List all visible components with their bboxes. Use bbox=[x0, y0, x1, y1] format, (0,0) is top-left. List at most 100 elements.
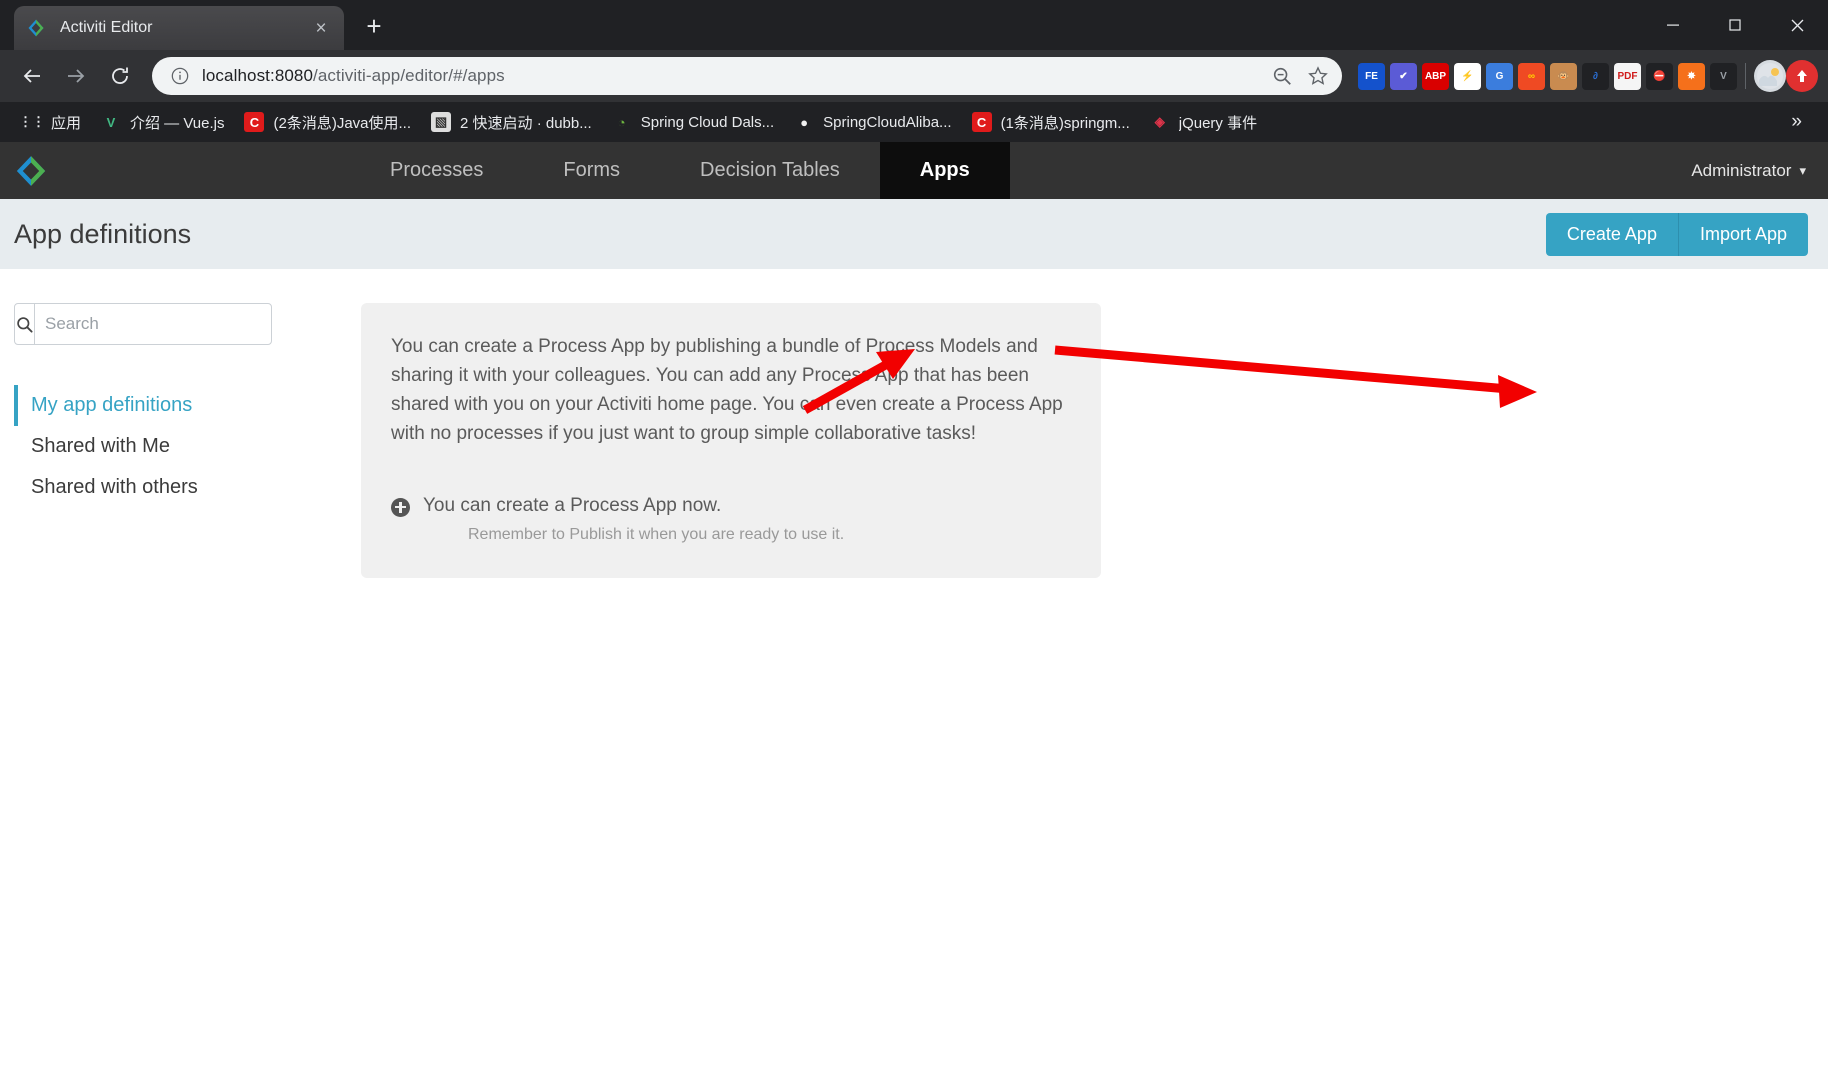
create-process-app-hint[interactable]: You can create a Process App now. Rememb… bbox=[391, 495, 1071, 544]
user-menu[interactable]: Administrator ▾ bbox=[1691, 142, 1828, 199]
bookmark-springcloudalibaba[interactable]: ● SpringCloudAliba... bbox=[784, 108, 961, 136]
bookmark-label: 应用 bbox=[51, 114, 82, 132]
window-minimize-button[interactable] bbox=[1642, 0, 1704, 50]
activiti-diamond-icon bbox=[28, 19, 44, 37]
adblock-plus-extension-icon[interactable]: ABP bbox=[1422, 62, 1449, 90]
browser-window: Activiti Editor × + localhost:8080/activ… bbox=[0, 0, 1828, 1080]
apps-grid-icon: ⋮⋮ bbox=[19, 114, 45, 129]
omnibox-actions bbox=[1266, 60, 1334, 92]
info-box: You can create a Process App by publishi… bbox=[361, 303, 1101, 578]
tab-apps[interactable]: Apps bbox=[879, 142, 1010, 209]
info-box-paragraph: You can create a Process App by publishi… bbox=[391, 336, 1063, 444]
site-info-icon[interactable] bbox=[170, 66, 190, 86]
sidebar-item-shared-with-others[interactable]: Shared with others bbox=[14, 467, 290, 508]
forward-button[interactable] bbox=[54, 54, 98, 98]
block-extension-icon[interactable]: ⛔ bbox=[1646, 62, 1673, 90]
window-close-button[interactable] bbox=[1766, 0, 1828, 50]
create-app-button[interactable]: Create App bbox=[1545, 212, 1679, 256]
jquery-icon: ◈ bbox=[1154, 114, 1165, 129]
sidebar-item-shared-with-me[interactable]: Shared with Me bbox=[14, 426, 290, 467]
bookmark-star-icon[interactable] bbox=[1302, 60, 1334, 92]
activiti-app: Processes Forms Decision Tables Apps Admini… bbox=[0, 142, 1828, 970]
csdn-icon: C bbox=[971, 112, 992, 132]
tab-forms[interactable]: Forms bbox=[523, 142, 660, 199]
browser-tab[interactable]: Activiti Editor × bbox=[14, 6, 344, 50]
bookmarks-overflow-button[interactable]: » bbox=[1777, 111, 1816, 133]
bookmark-label: 2 快速启动 · dubb... bbox=[460, 114, 592, 132]
google-translate-extension-icon[interactable]: G bbox=[1486, 62, 1513, 90]
app-tab-label: Processes bbox=[390, 159, 484, 181]
tab-close-icon[interactable]: × bbox=[310, 19, 332, 38]
reload-button[interactable] bbox=[98, 54, 142, 98]
sidebar-items: My app definitions Shared with Me Shared w… bbox=[14, 385, 290, 508]
bookmark-spring-cloud-dals[interactable]: ◔ Spring Cloud Dals... bbox=[602, 108, 784, 136]
profile-avatar-icon[interactable] bbox=[1754, 60, 1786, 92]
lightning-colors-extension-icon[interactable]: ⚡ bbox=[1454, 62, 1481, 90]
bookmark-label: (2条消息)Java使用... bbox=[273, 114, 412, 132]
main-panel: You can create a Process App by publishi… bbox=[290, 303, 1828, 578]
tab-processes[interactable]: Processes bbox=[350, 142, 523, 199]
user-menu-label: Administrator bbox=[1691, 160, 1792, 180]
url-path: /activiti-app/editor/#/apps bbox=[313, 66, 505, 85]
page-title: App definitions bbox=[14, 218, 192, 249]
bookmark-label: jQuery 事件 bbox=[1178, 114, 1258, 132]
sidebar: My app definitionsShared with MeShared w… bbox=[0, 303, 290, 578]
page-header-actions: Create App Import App bbox=[1545, 212, 1828, 256]
monkey-extension-icon[interactable]: 🐵 bbox=[1550, 62, 1577, 90]
fe-extension-icon[interactable]: FE bbox=[1358, 62, 1385, 90]
url-host: localhost:8080 bbox=[202, 66, 314, 85]
app-tab-label: Decision Tables bbox=[700, 159, 840, 181]
bookmark-apps[interactable]: ⋮⋮ 应用 bbox=[12, 108, 91, 137]
leaf-extension-icon[interactable]: ∂ bbox=[1582, 62, 1609, 90]
new-tab-button[interactable]: + bbox=[352, 4, 396, 48]
github-icon: ● bbox=[800, 114, 809, 130]
address-bar[interactable]: localhost:8080/activiti-app/editor/#/app… bbox=[152, 57, 1342, 95]
bookmark-label: 介绍 — Vue.js bbox=[130, 114, 225, 132]
back-button[interactable] bbox=[10, 54, 54, 98]
toolbar-divider bbox=[1745, 63, 1746, 89]
search-box[interactable] bbox=[14, 303, 276, 345]
vue-icon: V bbox=[106, 114, 116, 130]
pdfjs-extension-icon[interactable]: PDF bbox=[1614, 62, 1641, 90]
zoom-out-magnifier-icon[interactable] bbox=[1266, 60, 1298, 92]
bookmark-label: SpringCloudAliba... bbox=[823, 113, 952, 131]
create-process-app-sublabel: Remember to Publish it when you are read… bbox=[468, 525, 845, 543]
bookmark-csdn-springm[interactable]: C (1条消息)springm... bbox=[962, 108, 1140, 137]
spring-icon: ◔ bbox=[617, 114, 626, 130]
window-controls bbox=[1642, 0, 1828, 50]
create-process-app-label: You can create a Process App now. bbox=[423, 494, 722, 516]
search-input[interactable] bbox=[35, 304, 276, 344]
bookmark-label: Spring Cloud Dals... bbox=[640, 113, 775, 131]
bookmark-vuejs[interactable]: V 介绍 — Vue.js bbox=[91, 108, 234, 137]
browser-navbar: localhost:8080/activiti-app/editor/#/app… bbox=[0, 50, 1828, 102]
dubbo-icon: ▧ bbox=[431, 112, 452, 132]
bookmark-jquery-events[interactable]: ◈ jQuery 事件 bbox=[1140, 108, 1267, 137]
app-navigation-bar: Processes Forms Decision Tables Apps Admini… bbox=[0, 142, 1828, 209]
tab-decision-tables[interactable]: Decision Tables bbox=[660, 142, 880, 199]
search-icon bbox=[15, 304, 35, 344]
app-tabs: Processes Forms Decision Tables Apps bbox=[350, 142, 1010, 209]
infinity-extension-icon[interactable]: ∞ bbox=[1518, 62, 1545, 90]
import-app-button[interactable]: Import App bbox=[1678, 212, 1808, 256]
upload-arrow-icon[interactable] bbox=[1786, 60, 1818, 92]
vue-devtools-extension-icon[interactable]: V bbox=[1710, 62, 1737, 90]
check-circle-extension-icon[interactable]: ✔ bbox=[1390, 62, 1417, 90]
page-content: My app definitionsShared with MeShared w… bbox=[0, 269, 1828, 578]
bookmark-csdn-java[interactable]: C (2条消息)Java使用... bbox=[234, 108, 421, 137]
window-maximize-button[interactable] bbox=[1704, 0, 1766, 50]
orange-hub-extension-icon[interactable]: ✸ bbox=[1678, 62, 1705, 90]
url-text: localhost:8080/activiti-app/editor/#/app… bbox=[202, 66, 1266, 86]
browser-titlebar: Activiti Editor × + bbox=[0, 0, 1828, 50]
extension-icons: FE ✔ ABP ⚡ G ∞ 🐵 ∂ PDF ⛔ ✸ V bbox=[1352, 62, 1737, 90]
bookmark-dubbo[interactable]: ▧ 2 快速启动 · dubb... bbox=[421, 108, 602, 137]
activiti-diamond-logo-icon bbox=[16, 155, 46, 186]
activiti-logo[interactable] bbox=[0, 142, 62, 199]
page-header: App definitions Create App Import App bbox=[0, 199, 1828, 269]
app-tab-label: Apps bbox=[919, 159, 970, 181]
plus-circle-icon bbox=[391, 497, 410, 517]
tab-title: Activiti Editor bbox=[60, 19, 153, 36]
bookmark-label: (1条消息)springm... bbox=[1000, 114, 1130, 132]
sidebar-item-my-app-definitions[interactable]: My app definitions bbox=[14, 385, 290, 426]
bookmarks-bar: ⋮⋮ 应用 V 介绍 — Vue.js C (2条消息)Java使用... ▧ 2 快速启动 … bbox=[0, 102, 1828, 142]
csdn-icon: C bbox=[244, 112, 265, 132]
